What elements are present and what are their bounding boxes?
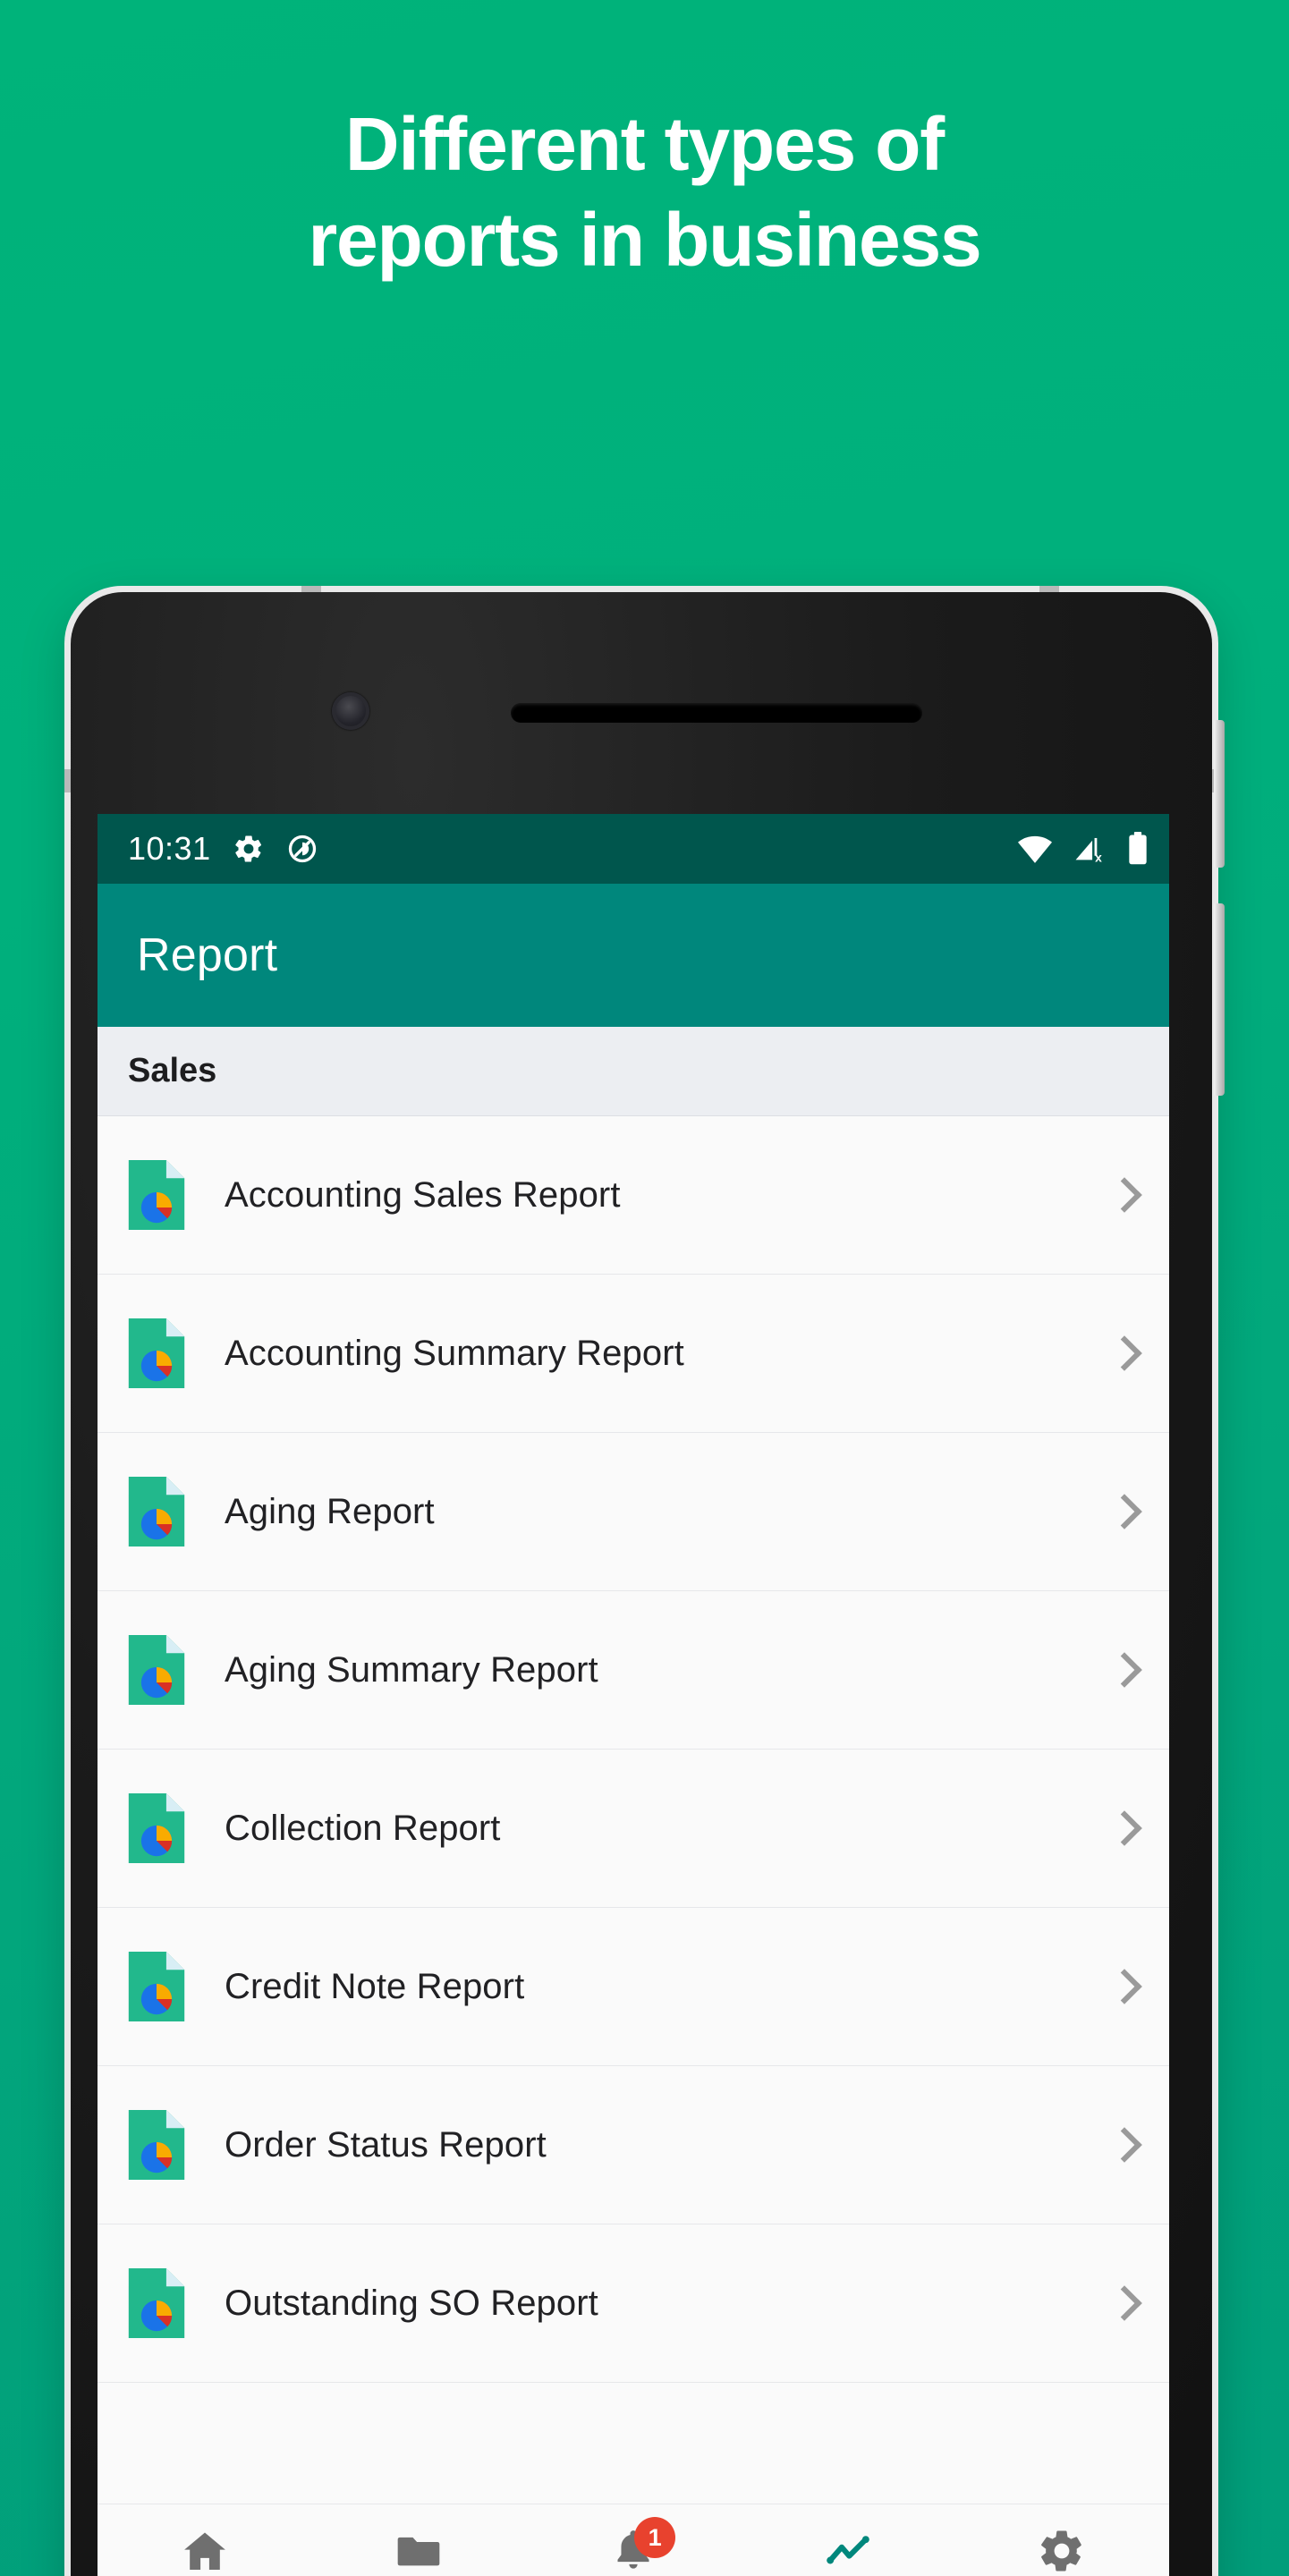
gear-icon bbox=[1037, 2526, 1087, 2576]
list-item-label: Accounting Sales Report bbox=[225, 1174, 621, 1215]
earpiece-speaker bbox=[511, 703, 922, 723]
headline-line-1: Different types of bbox=[344, 102, 945, 186]
status-bar-left: 10:31 bbox=[128, 830, 318, 868]
bottom-nav-item-report[interactable]: Report bbox=[741, 2526, 955, 2576]
section-header-label: Sales bbox=[128, 1052, 217, 1089]
report-document-icon bbox=[128, 1952, 185, 2021]
notification-badge: 1 bbox=[634, 2517, 676, 2558]
list-item[interactable]: Credit Note Report bbox=[98, 1908, 1169, 2066]
list-item-label: Outstanding SO Report bbox=[225, 2283, 598, 2323]
volume-button[interactable] bbox=[1214, 720, 1225, 868]
phone-top-bezel bbox=[71, 592, 1212, 814]
list-item[interactable]: Collection Report bbox=[98, 1750, 1169, 1908]
phone-body: 10:31 x Report Sales Accounting Sales Re… bbox=[71, 592, 1212, 2576]
list-item-label: Order Status Report bbox=[225, 2124, 547, 2165]
chevron-right-icon[interactable] bbox=[1107, 1180, 1137, 1210]
promo-screenshot: Different types of reports in business 1… bbox=[0, 0, 1289, 2576]
status-clock: 10:31 bbox=[128, 830, 211, 867]
chevron-right-icon[interactable] bbox=[1107, 1813, 1137, 1843]
bottom-navigation: HomeTransaction1NotificationReportSettin… bbox=[98, 2504, 1169, 2576]
list-item-label: Aging Summary Report bbox=[225, 1649, 598, 1690]
list-item[interactable]: Order Status Report bbox=[98, 2066, 1169, 2224]
chevron-right-icon[interactable] bbox=[1107, 1338, 1137, 1368]
page-title: Different types of reports in business bbox=[0, 97, 1289, 287]
list-item[interactable]: Aging Report bbox=[98, 1433, 1169, 1591]
battery-icon bbox=[1126, 832, 1149, 866]
power-button[interactable] bbox=[1214, 903, 1225, 1096]
chevron-right-icon[interactable] bbox=[1107, 1496, 1137, 1527]
section-header: Sales bbox=[98, 1027, 1169, 1116]
bottom-nav-item-transaction[interactable]: Transaction bbox=[312, 2526, 527, 2576]
line-chart-icon bbox=[823, 2526, 873, 2576]
list-item[interactable]: Accounting Sales Report bbox=[98, 1116, 1169, 1275]
no-signal-icon: x bbox=[1073, 834, 1107, 864]
bell-icon: 1 bbox=[608, 2517, 676, 2576]
report-document-icon bbox=[128, 2110, 185, 2180]
bottom-nav-item-setting[interactable]: Setting bbox=[954, 2526, 1169, 2576]
chevron-right-icon[interactable] bbox=[1107, 1971, 1137, 2002]
gear-icon bbox=[233, 833, 265, 865]
list-item[interactable]: Accounting Summary Report bbox=[98, 1275, 1169, 1433]
wifi-icon bbox=[1017, 834, 1053, 864]
svg-text:x: x bbox=[1095, 851, 1102, 864]
phone-screen: 10:31 x Report Sales Accounting Sales Re… bbox=[98, 814, 1169, 2576]
list-item-label: Aging Report bbox=[225, 1491, 435, 1531]
report-list: Accounting Sales Report Accounting Summar… bbox=[98, 1116, 1169, 2383]
report-document-icon bbox=[128, 1318, 185, 1388]
chevron-right-icon[interactable] bbox=[1107, 1655, 1137, 1685]
status-bar: 10:31 x bbox=[98, 814, 1169, 884]
app-bar: Report bbox=[98, 884, 1169, 1027]
home-icon bbox=[180, 2526, 230, 2576]
front-camera-icon bbox=[332, 692, 369, 730]
app-bar-title: Report bbox=[137, 929, 278, 981]
do-not-disturb-icon bbox=[286, 833, 318, 865]
phone-mockup: 10:31 x Report Sales Accounting Sales Re… bbox=[64, 586, 1225, 2576]
bottom-nav-item-home[interactable]: Home bbox=[98, 2526, 312, 2576]
report-document-icon bbox=[128, 1160, 185, 1230]
list-item[interactable]: Aging Summary Report bbox=[98, 1591, 1169, 1750]
report-document-icon bbox=[128, 1793, 185, 1863]
list-item[interactable]: Outstanding SO Report bbox=[98, 2224, 1169, 2383]
chevron-right-icon[interactable] bbox=[1107, 2288, 1137, 2318]
report-document-icon bbox=[128, 2268, 185, 2338]
list-item-label: Collection Report bbox=[225, 1808, 501, 1848]
chevron-right-icon[interactable] bbox=[1107, 2130, 1137, 2160]
folder-icon bbox=[394, 2526, 444, 2576]
status-bar-right: x bbox=[1017, 832, 1149, 866]
report-document-icon bbox=[128, 1635, 185, 1705]
report-document-icon bbox=[128, 1477, 185, 1546]
headline-line-2: reports in business bbox=[308, 197, 981, 282]
list-item-label: Credit Note Report bbox=[225, 1966, 525, 2006]
bottom-nav-item-notification[interactable]: 1Notification bbox=[526, 2517, 741, 2576]
list-item-label: Accounting Summary Report bbox=[225, 1333, 684, 1373]
